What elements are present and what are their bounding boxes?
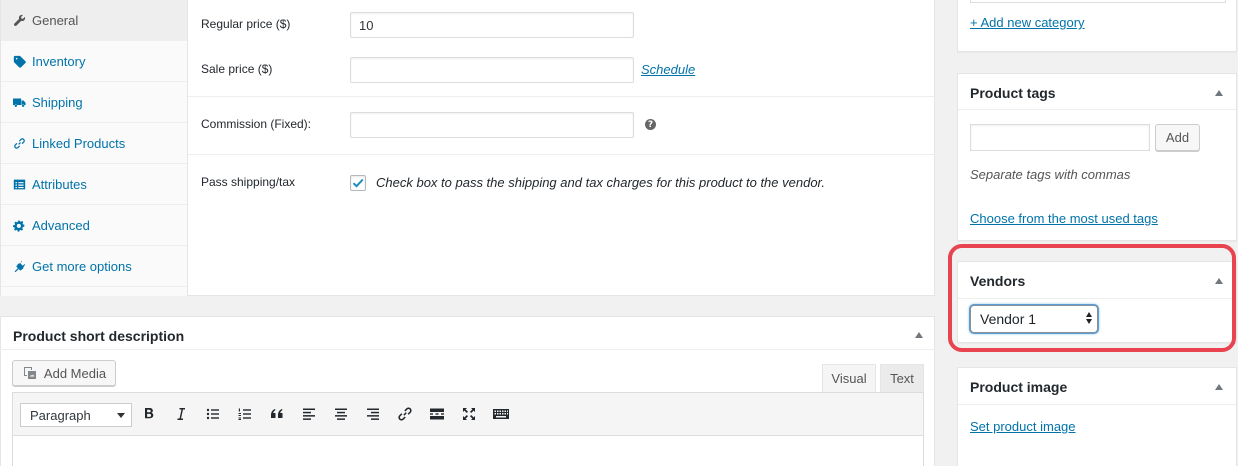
set-product-image-link[interactable]: Set product image xyxy=(970,419,1076,434)
link-icon[interactable] xyxy=(395,404,415,424)
align-right-icon[interactable] xyxy=(363,404,383,424)
plug-icon xyxy=(12,259,26,273)
editor-toolbar: Paragraph xyxy=(12,392,924,436)
tab-get-more-options[interactable]: Get more options xyxy=(1,246,187,287)
product-data-tabs: General Inventory Shipping Linked Produc… xyxy=(1,0,188,296)
format-select[interactable]: Paragraph xyxy=(20,403,132,427)
link-icon xyxy=(12,136,26,150)
fullscreen-icon[interactable] xyxy=(459,404,479,424)
categories-box: + Add new category xyxy=(957,0,1237,52)
tab-label: Attributes xyxy=(32,176,87,192)
commission-input[interactable] xyxy=(350,112,634,138)
toggle-arrow-icon[interactable] xyxy=(1215,90,1223,96)
checkmark-icon xyxy=(352,178,364,188)
divider xyxy=(188,96,934,97)
numbered-list-icon[interactable] xyxy=(235,404,255,424)
bullet-list-icon[interactable] xyxy=(203,404,223,424)
add-tag-button[interactable]: Add xyxy=(1155,124,1200,151)
divider xyxy=(958,109,1236,110)
sale-price-input[interactable] xyxy=(350,57,634,83)
product-tags-title: Product tags xyxy=(970,85,1056,101)
add-new-category-link[interactable]: + Add new category xyxy=(970,15,1085,30)
caret-down-icon xyxy=(117,413,125,418)
schedule-link[interactable]: Schedule xyxy=(641,62,695,77)
help-icon[interactable]: ? xyxy=(645,119,656,130)
vendors-title: Vendors xyxy=(970,273,1026,289)
align-center-icon[interactable] xyxy=(331,404,351,424)
tab-visual-label: Visual xyxy=(831,371,867,386)
categories-list xyxy=(970,0,1226,3)
tab-label: Inventory xyxy=(32,53,86,69)
regular-price-input[interactable] xyxy=(350,12,634,38)
add-media-button[interactable]: Add Media xyxy=(12,360,116,386)
sale-price-label: Sale price ($) xyxy=(201,62,273,76)
tab-text[interactable]: Text xyxy=(880,364,924,393)
tab-visual[interactable]: Visual xyxy=(822,364,876,393)
tab-linked-products[interactable]: Linked Products xyxy=(1,123,187,164)
align-left-icon[interactable] xyxy=(299,404,319,424)
blockquote-icon[interactable] xyxy=(267,404,287,424)
add-tag-label: Add xyxy=(1165,130,1190,145)
divider xyxy=(0,349,935,350)
add-media-label: Add Media xyxy=(43,365,107,381)
toggle-arrow-icon[interactable] xyxy=(1215,278,1223,284)
vendor-select-value: Vendor 1 xyxy=(980,311,1037,327)
wrench-icon xyxy=(12,13,26,27)
bold-icon[interactable] xyxy=(139,404,159,424)
tab-general[interactable]: General xyxy=(1,0,187,41)
read-more-icon[interactable] xyxy=(427,404,447,424)
tab-label: Shipping xyxy=(32,94,83,110)
vendor-select[interactable]: Vendor 1 xyxy=(970,305,1098,333)
keyboard-icon[interactable] xyxy=(491,404,511,424)
product-image-box: Product image Set product image xyxy=(957,367,1237,466)
toggle-arrow-icon[interactable] xyxy=(1215,384,1223,390)
product-tags-box: Product tags Add Separate tags with comm… xyxy=(957,73,1237,241)
truck-icon xyxy=(12,95,26,109)
list-icon xyxy=(12,177,26,191)
tab-label: Get more options xyxy=(32,258,132,274)
commission-label: Commission (Fixed): xyxy=(201,117,312,131)
toggle-arrow-icon[interactable] xyxy=(915,332,923,338)
divider xyxy=(958,404,1236,405)
choose-tags-link[interactable]: Choose from the most used tags xyxy=(970,211,1158,226)
format-select-value: Paragraph xyxy=(30,407,91,423)
regular-price-label: Regular price ($) xyxy=(201,17,291,31)
tab-label: Advanced xyxy=(32,217,90,233)
italic-icon[interactable] xyxy=(171,404,191,424)
updown-arrows-icon xyxy=(1086,312,1092,324)
tab-label: Linked Products xyxy=(32,135,126,151)
tab-advanced[interactable]: Advanced xyxy=(1,205,187,246)
divider xyxy=(958,298,1236,299)
editor-content-area[interactable] xyxy=(12,436,924,466)
tags-hint: Separate tags with commas xyxy=(970,167,1131,182)
tab-attributes[interactable]: Attributes xyxy=(1,164,187,205)
tab-shipping[interactable]: Shipping xyxy=(1,82,187,123)
tab-text-label: Text xyxy=(890,371,914,386)
pass-shipping-label: Pass shipping/tax xyxy=(201,175,296,189)
tag-icon xyxy=(12,54,26,68)
divider xyxy=(188,154,934,155)
pass-shipping-checkbox[interactable] xyxy=(350,175,366,191)
product-data-panel: General Inventory Shipping Linked Produc… xyxy=(0,0,935,296)
tag-input[interactable] xyxy=(970,124,1150,151)
tab-label: General xyxy=(32,12,79,28)
media-icon xyxy=(23,367,36,379)
gear-icon xyxy=(12,218,26,232)
short-description-title: Product short description xyxy=(13,328,185,344)
product-image-title: Product image xyxy=(970,379,1068,395)
tab-inventory[interactable]: Inventory xyxy=(1,41,187,82)
pass-shipping-description: Check box to pass the shipping and tax c… xyxy=(376,175,826,190)
